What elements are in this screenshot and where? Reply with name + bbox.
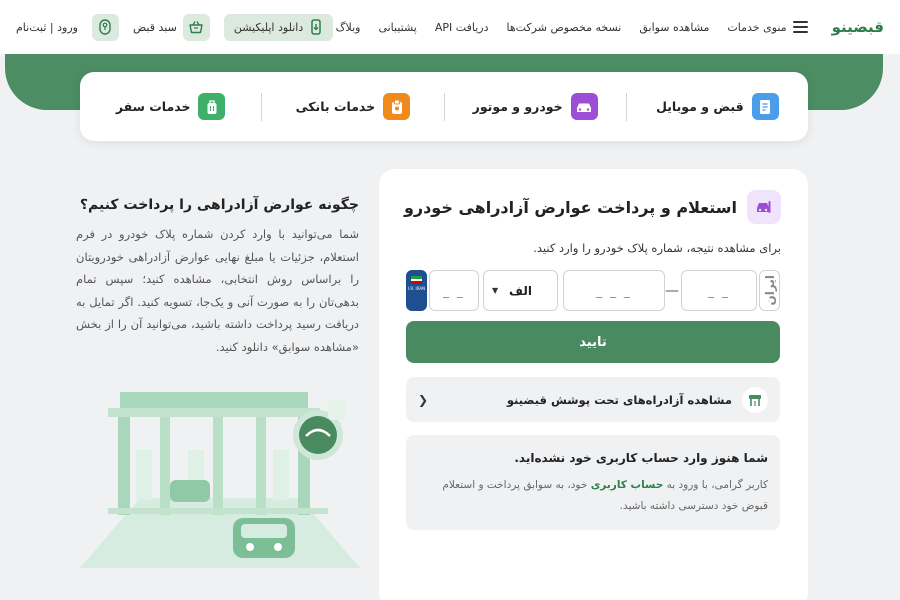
nav-history[interactable]: مشاهده سوابق [639,21,709,34]
car-icon [570,93,598,120]
plate-letter-select[interactable]: الف ▼ [483,270,558,311]
submit-button[interactable]: تایید [406,321,780,363]
iran-flag-icon [411,276,422,285]
luggage-icon [198,93,226,120]
faq-body: شما می‌توانید با وارد کردن شماره پلاک خو… [76,227,359,354]
faq-title: چگونه عوارض آزادراهی را پرداخت کنیم؟ [79,197,359,213]
nav-support[interactable]: پشتیبانی [378,21,416,34]
category-bills-label: قبض و موبایل [656,99,744,114]
license-plate-input: ایران _ _ — _ _ _ الف ▼ _ _ I.R. IRAN [406,270,780,311]
notice-text-pre: کاربر گرامی، با ورود به [663,479,768,491]
category-vehicle[interactable]: خودرو و موتور [445,93,626,120]
plate-iran-label: ایران [762,275,777,306]
toll-inquiry-card: استعلام و پرداخت عوارض آزادراهی خودرو بر… [379,169,808,600]
plate-instruction: برای مشاهده نتیجه، شماره پلاک خودرو را و… [533,241,781,255]
plate-flag-text: I.R. IRAN [407,286,426,291]
plate-flag-section: I.R. IRAN [406,270,427,311]
plate-three-digit-field[interactable]: _ _ _ [563,270,665,311]
covered-highways-link[interactable]: مشاهده آزادراه‌های تحت پوشش قبضینو ❮ [406,377,780,422]
top-header: قبضینو منوی خدمات مشاهده سوابق نسخه مخصو… [0,0,900,54]
caret-down-icon: ▼ [492,286,499,295]
hamburger-icon [792,21,808,33]
card-title-row: استعلام و پرداخت عوارض آزادراهی خودرو [404,190,781,224]
category-travel[interactable]: خدمات سفر [80,93,261,120]
phone-icon [311,19,321,35]
login-notice-title: شما هنوز وارد حساب کاربری خود نشده‌اید. [514,451,768,465]
category-divider [625,92,627,121]
nav-companies[interactable]: نسخه مخصوص شرکت‌ها [506,21,621,34]
services-menu-label: منوی خدمات [727,20,787,34]
bill-cart-label: سبد قبض [132,20,177,34]
category-travel-label: خدمات سفر [115,99,191,114]
bill-cart-button[interactable]: سبد قبض [132,13,210,41]
user-icon[interactable] [91,13,119,41]
plate-left-two-digit-field[interactable]: _ _ [429,270,479,311]
basket-icon [182,13,210,41]
highway-icon [742,386,768,413]
login-notice-body: کاربر گرامی، با ورود به حساب کاربری خود،… [418,475,768,517]
chevron-left-icon: ❮ [418,392,429,407]
category-divider [261,92,263,121]
toll-car-icon [747,190,781,224]
plate-letter-value: الف [509,283,532,298]
nav-blog[interactable]: وبلاگ [336,21,361,34]
category-banking-label: خدمات بانکی [295,99,376,114]
category-divider [443,92,445,121]
category-banking[interactable]: خدمات بانکی [262,93,443,120]
login-notice: شما هنوز وارد حساب کاربری خود نشده‌اید. … [406,435,780,530]
download-app-button[interactable]: دانلود اپلیکیشن [223,13,334,41]
user-account-link[interactable]: حساب کاربری [591,479,664,491]
plate-two-digit-field[interactable]: _ _ [681,270,757,311]
category-bar: قبض و موبایل خودرو و موتور خدمات بانکی خ… [80,72,808,141]
main-nav: مشاهده سوابق نسخه مخصوص شرکت‌ها دریافت A… [336,21,710,34]
page-title: استعلام و پرداخت عوارض آزادراهی خودرو [403,197,737,217]
nav-api[interactable]: دریافت API [435,21,489,34]
plate-separator: — [665,282,679,299]
services-menu-button[interactable]: منوی خدمات [727,20,808,34]
toll-gate-illustration [80,392,360,568]
login-register-link[interactable]: ورود | ثبت‌نام [16,21,78,34]
plate-iran-section: ایران [759,270,780,311]
covered-highways-label: مشاهده آزادراه‌های تحت پوشش قبضینو [506,392,732,407]
bill-icon [751,93,779,120]
bank-icon [383,93,411,120]
category-vehicle-label: خودرو و موتور [472,99,563,114]
site-logo[interactable]: قبضینو [832,18,884,36]
category-bills[interactable]: قبض و موبایل [627,93,808,120]
download-app-label: دانلود اپلیکیشن [233,20,304,34]
